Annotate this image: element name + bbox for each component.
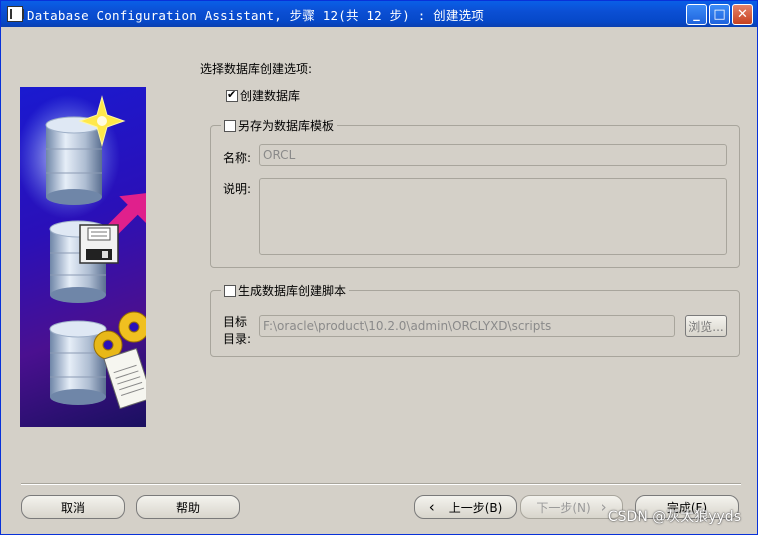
browse-button[interactable]: 浏览... — [685, 315, 727, 337]
next-arrow-icon: › — [600, 498, 607, 516]
gen-scripts-label: 生成数据库创建脚本 — [238, 284, 347, 298]
minimize-icon[interactable]: _ — [686, 4, 707, 25]
back-arrow-icon: ‹ — [428, 498, 435, 516]
next-button-label: 下一步(N) — [536, 500, 591, 515]
maximize-icon[interactable]: □ — [709, 4, 730, 25]
target-label-line2: 目录: — [223, 332, 252, 346]
save-template-checkbox[interactable] — [224, 120, 236, 132]
target-label-line1: 目标 — [223, 315, 248, 329]
create-db-checkbox[interactable] — [226, 88, 238, 102]
gen-scripts-checkbox[interactable] — [224, 285, 236, 297]
description-textarea[interactable] — [259, 178, 727, 255]
title-bar[interactable]: Database Configuration Assistant, 步骤 12(… — [1, 1, 757, 27]
wizard-illustration — [20, 87, 146, 427]
back-button-label: 上一步(B) — [448, 500, 503, 515]
cancel-button[interactable]: 取消 — [21, 495, 125, 519]
window-controls: _ □ ✕ — [686, 4, 753, 25]
close-icon[interactable]: ✕ — [732, 4, 753, 25]
back-button[interactable]: ‹ 上一步(B) — [414, 495, 517, 519]
gen-scripts-option[interactable]: 生成数据库创建脚本 — [221, 282, 350, 299]
description-label: 说明: — [223, 182, 252, 196]
create-db-option[interactable]: 创建数据库 — [226, 87, 300, 104]
save-template-option[interactable]: 另存为数据库模板 — [221, 117, 338, 134]
app-icon — [7, 6, 24, 22]
name-input[interactable]: ORCL — [259, 144, 727, 166]
name-label: 名称: — [223, 151, 252, 165]
dbca-window: Database Configuration Assistant, 步骤 12(… — [0, 0, 758, 535]
save-template-label: 另存为数据库模板 — [238, 119, 335, 133]
footer-separator — [21, 483, 741, 485]
csdn-watermark: CSDN @灰太狼yyds — [607, 509, 741, 525]
help-button[interactable]: 帮助 — [136, 495, 240, 519]
create-db-label: 创建数据库 — [240, 89, 301, 103]
window-title: Database Configuration Assistant, 步骤 12(… — [27, 7, 484, 23]
target-dir-input[interactable]: F:\oracle\product\10.2.0\admin\ORCLYXD\s… — [259, 315, 675, 337]
options-heading: 选择数据库创建选项: — [200, 62, 313, 76]
database-illustration-icon — [20, 95, 146, 410]
